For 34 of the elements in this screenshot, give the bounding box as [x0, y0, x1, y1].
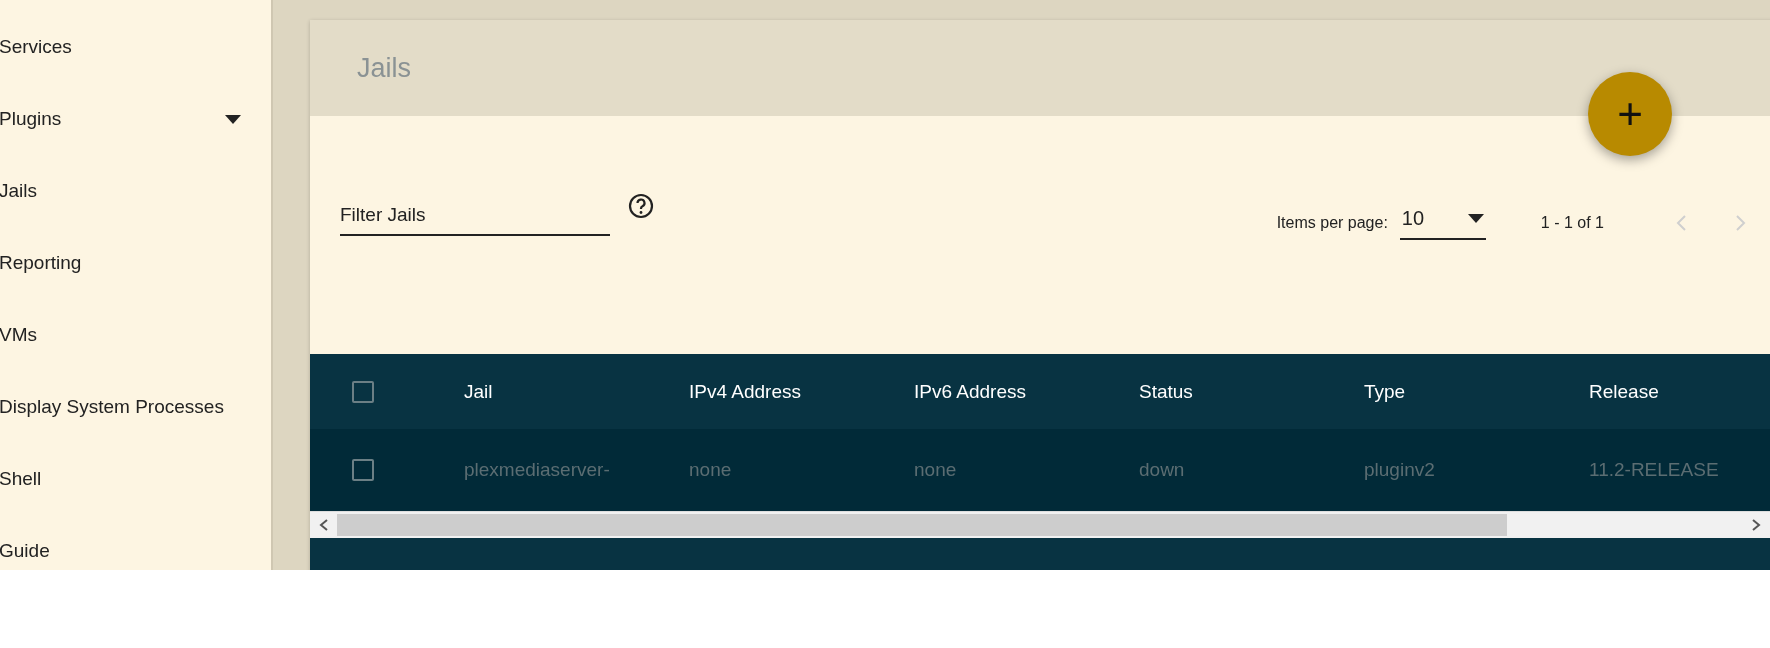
sidebar-item[interactable]: Services — [0, 11, 271, 83]
scroll-left-icon[interactable] — [318, 518, 330, 532]
items-per-page-label: Items per page: — [1276, 213, 1388, 232]
column-header[interactable]: Release — [1589, 380, 1659, 402]
page-size-select[interactable]: 10 — [1399, 205, 1486, 240]
table-cell: pluginv2 — [1364, 459, 1435, 480]
sidebar-item[interactable]: Plugins — [0, 83, 271, 155]
sidebar-item[interactable]: Jails — [0, 155, 271, 227]
column-header[interactable]: Status — [1139, 380, 1193, 402]
caret-icon — [225, 114, 241, 124]
table-cell: none — [914, 459, 957, 480]
sidebar-item[interactable]: Shell — [0, 443, 271, 515]
table-cell: down — [1139, 459, 1185, 480]
page-range: 1 - 1 of 1 — [1540, 213, 1604, 232]
add-button[interactable]: + — [1588, 72, 1672, 156]
card-title: Jails — [357, 52, 411, 84]
column-header[interactable]: Jail — [464, 380, 493, 402]
checkbox[interactable] — [352, 459, 374, 481]
sidebar-item[interactable]: Reporting — [0, 227, 271, 299]
table-cell: 11.2-RELEASE — [1589, 459, 1719, 480]
help-icon[interactable] — [628, 193, 654, 219]
column-header[interactable]: Type — [1364, 380, 1406, 402]
caret-icon — [1467, 214, 1484, 223]
sidebar-item[interactable]: Guide — [0, 515, 271, 570]
checkbox[interactable] — [352, 380, 374, 403]
filter-field[interactable]: Filter Jails — [340, 198, 610, 236]
table-cell: plexmediaserver- — [464, 459, 610, 480]
scroll-right-icon[interactable] — [1750, 518, 1762, 532]
table-cell: none — [689, 459, 732, 480]
scrollbar-thumb[interactable] — [337, 514, 1507, 536]
column-header[interactable]: IPv6 Address — [914, 380, 1026, 402]
sidebar-item[interactable]: Display System Processes — [0, 371, 271, 443]
column-header[interactable]: IPv4 Address — [689, 380, 801, 402]
horizontal-scrollbar[interactable] — [310, 511, 1770, 538]
